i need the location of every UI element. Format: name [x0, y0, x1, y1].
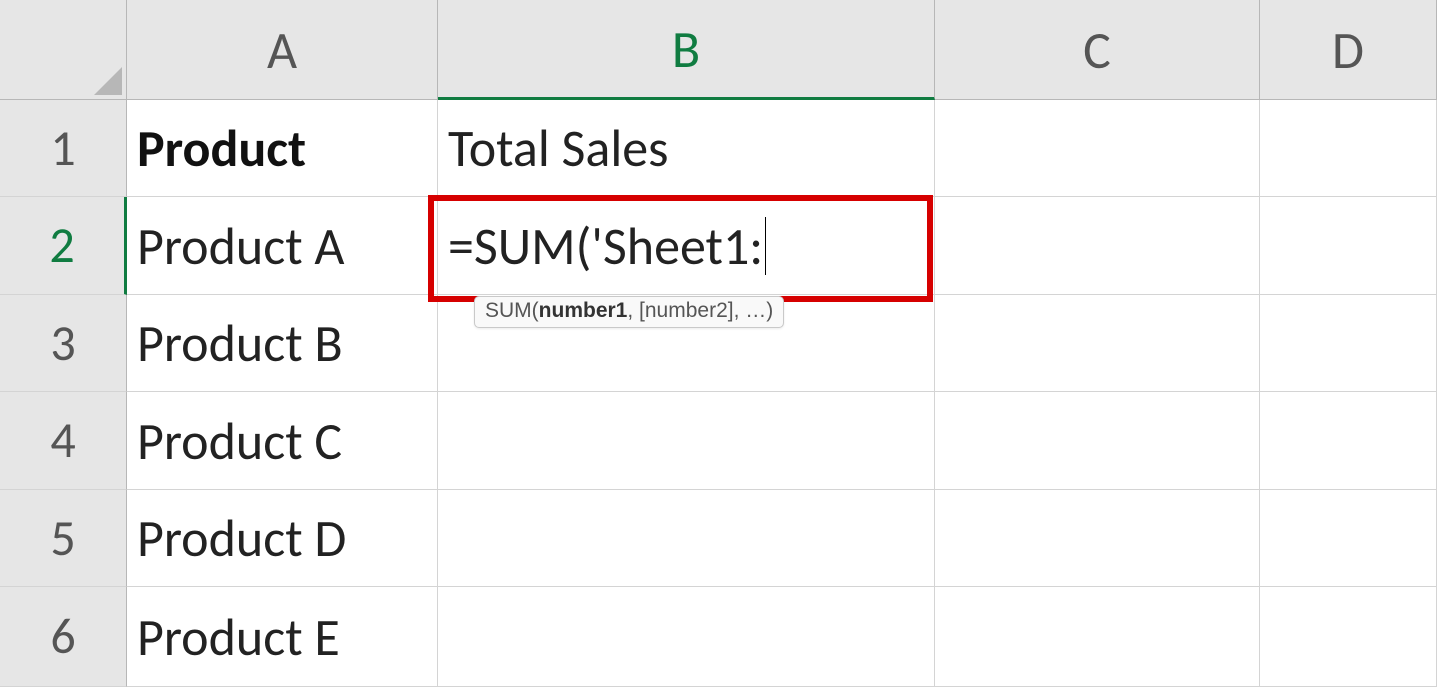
- col-header-C[interactable]: C: [935, 0, 1260, 100]
- row-header-3[interactable]: 3: [0, 295, 127, 392]
- cell-D3[interactable]: [1260, 295, 1437, 392]
- row-header-4[interactable]: 4: [0, 392, 127, 490]
- text-cursor: [765, 217, 766, 275]
- cell-B6[interactable]: [438, 587, 935, 687]
- col-header-B[interactable]: B: [438, 0, 935, 100]
- cell-B4[interactable]: [438, 392, 935, 490]
- cell-D5[interactable]: [1260, 490, 1437, 587]
- cell-D2[interactable]: [1260, 197, 1437, 295]
- cell-B5[interactable]: [438, 490, 935, 587]
- select-all-triangle-icon: [94, 67, 122, 95]
- cell-C5[interactable]: [935, 490, 1260, 587]
- col-header-D[interactable]: D: [1260, 0, 1437, 100]
- tooltip-rest: , [number2], …): [627, 299, 773, 322]
- cell-C4[interactable]: [935, 392, 1260, 490]
- tooltip-fn: SUM(: [485, 299, 539, 322]
- row-header-2[interactable]: 2: [0, 197, 127, 295]
- cell-A6[interactable]: Product E: [127, 587, 438, 687]
- spreadsheet-grid: A B C D 1 Product Total Sales 2 Product …: [0, 0, 1437, 687]
- cell-C3[interactable]: [935, 295, 1260, 392]
- cell-D6[interactable]: [1260, 587, 1437, 687]
- row-header-6[interactable]: 6: [0, 587, 127, 687]
- formula-tooltip[interactable]: SUM(number1, [number2], …): [474, 296, 784, 328]
- cell-B2[interactable]: =SUM('Sheet1:: [438, 197, 935, 295]
- cell-A5[interactable]: Product D: [127, 490, 438, 587]
- formula-text: =SUM('Sheet1:: [448, 214, 763, 278]
- cell-C1[interactable]: [935, 100, 1260, 197]
- cell-A3[interactable]: Product B: [127, 295, 438, 392]
- cell-A4[interactable]: Product C: [127, 392, 438, 490]
- cell-D4[interactable]: [1260, 392, 1437, 490]
- cell-C6[interactable]: [935, 587, 1260, 687]
- cell-D1[interactable]: [1260, 100, 1437, 197]
- col-header-A[interactable]: A: [127, 0, 438, 100]
- row-header-1[interactable]: 1: [0, 100, 127, 197]
- tooltip-arg1: number1: [539, 299, 628, 322]
- cell-A2[interactable]: Product A: [127, 197, 438, 295]
- row-header-5[interactable]: 5: [0, 490, 127, 587]
- cell-C2[interactable]: [935, 197, 1260, 295]
- cell-B1[interactable]: Total Sales: [438, 100, 935, 197]
- cell-A1[interactable]: Product: [127, 100, 438, 197]
- select-all-corner[interactable]: [0, 0, 127, 100]
